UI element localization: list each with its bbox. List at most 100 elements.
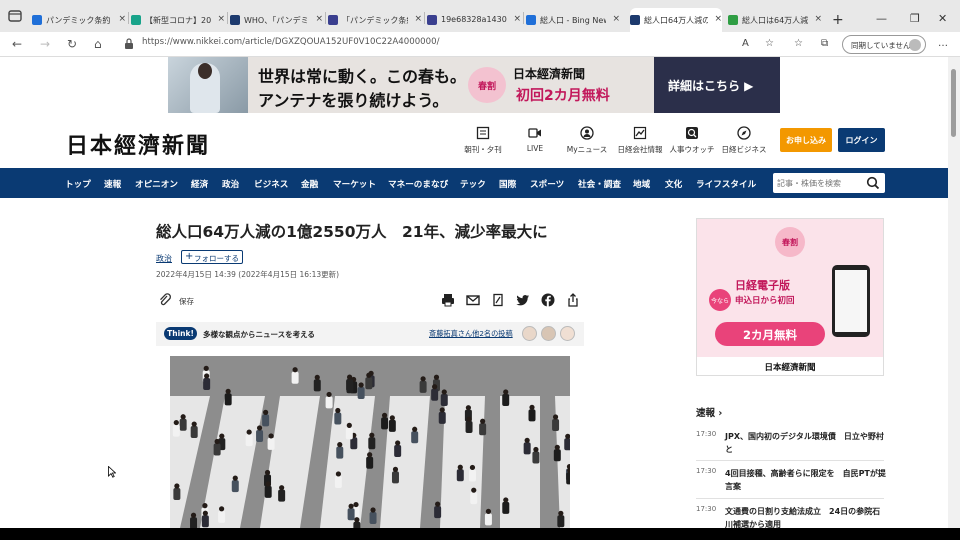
share-icon[interactable] <box>566 293 580 307</box>
browser-tab[interactable]: パンデミック条約 - B × <box>32 13 126 32</box>
tab-close-icon[interactable]: × <box>315 14 323 24</box>
tab-close-icon[interactable]: × <box>217 14 225 24</box>
favorites-icon[interactable]: ☆ <box>794 38 803 49</box>
tab-close-icon[interactable]: × <box>118 14 126 24</box>
nav-item[interactable]: 国際 <box>499 178 516 190</box>
nav-item[interactable]: マーケット <box>333 178 376 190</box>
browser-tab[interactable]: 【新型コロナ】2024年 × <box>131 13 225 32</box>
banner-cta-button[interactable]: 詳細はこちら ▶ <box>654 57 780 113</box>
lock-icon[interactable] <box>124 38 134 50</box>
tab-close-icon[interactable]: × <box>814 14 822 24</box>
facebook-icon[interactable] <box>541 293 555 307</box>
mail-icon[interactable] <box>466 293 480 307</box>
nav-item[interactable]: 金融 <box>301 178 318 190</box>
favorite-star-icon[interactable]: ☆ <box>765 38 774 49</box>
follow-button[interactable]: + フォローする <box>181 250 243 264</box>
topic-link[interactable]: 政治 <box>156 253 172 264</box>
header-item-mynews[interactable]: Myニュース <box>557 126 617 155</box>
tab-actions-icon[interactable] <box>6 8 24 24</box>
browser-tab[interactable]: 総人口 - Bing News × <box>526 13 620 32</box>
pedestrian <box>391 471 399 484</box>
nav-item[interactable]: 地域 <box>633 178 650 190</box>
video-icon <box>528 128 541 138</box>
copy-link-icon[interactable] <box>491 293 505 307</box>
expert-avatar[interactable] <box>522 326 537 341</box>
search-icon[interactable] <box>866 176 880 190</box>
nav-item[interactable]: オピニオン <box>135 178 178 190</box>
expert-avatar[interactable] <box>560 326 575 341</box>
nav-item[interactable]: 文化 <box>665 178 682 190</box>
pedestrian-head <box>366 372 372 378</box>
header-item-paper[interactable]: 朝刊・夕刊 <box>453 126 513 155</box>
browser-tab[interactable]: 「パンデミック条約」 × <box>328 13 422 32</box>
settings-menu-icon[interactable]: … <box>938 38 948 49</box>
minimize-button[interactable]: — <box>876 12 887 25</box>
plus-icon: + <box>185 251 194 262</box>
home-button[interactable]: ⌂ <box>94 37 102 51</box>
paperclip-icon[interactable] <box>158 293 172 307</box>
apply-button[interactable]: お申し込み <box>780 128 832 152</box>
nav-item[interactable]: 速報 <box>104 178 121 190</box>
close-window-button[interactable]: ✕ <box>938 12 947 25</box>
search-person-icon <box>686 127 698 139</box>
profile-button[interactable]: 同期していません <box>842 35 926 54</box>
nav-item[interactable]: ビジネス <box>254 178 288 190</box>
nav-item[interactable]: 政治 <box>222 178 239 190</box>
browser-tab[interactable]: 総人口は64万人減 × <box>728 13 822 32</box>
site-logo[interactable]: 日本經濟新聞 <box>66 128 210 160</box>
url-field[interactable]: https://www.nikkei.com/article/DGXZQOUA1… <box>142 37 439 47</box>
header-item-live[interactable]: LIVE <box>505 126 565 153</box>
reload-button[interactable]: ↻ <box>67 37 77 51</box>
nav-item[interactable]: トップ <box>65 178 91 190</box>
tab-close-icon[interactable]: × <box>612 14 620 24</box>
read-aloud-icon[interactable]: A <box>742 38 749 49</box>
twitter-icon[interactable] <box>516 293 530 307</box>
news-headline[interactable]: JPX、国内初のデジタル環境債 日立や野村と <box>725 430 887 456</box>
header-item-personnel[interactable]: 人事ウオッチ <box>662 126 722 155</box>
search-input[interactable] <box>777 175 861 191</box>
news-headline[interactable]: 4回目接種、高齢者らに限定を 自民PTが提言案 <box>725 467 887 493</box>
forward-button[interactable]: → <box>40 37 50 51</box>
nav-item[interactable]: スポーツ <box>530 178 564 190</box>
pedestrian-head <box>354 517 360 523</box>
nav-item[interactable]: テック <box>460 178 486 190</box>
nav-item[interactable]: ライフスタイル <box>696 178 756 190</box>
pedestrian-head <box>326 391 332 398</box>
quick-news-title[interactable]: 速報 › <box>696 405 722 419</box>
expert-avatar[interactable] <box>541 326 556 341</box>
tab-title: 総人口 - Bing News <box>540 16 606 25</box>
login-button[interactable]: ログイン <box>838 128 885 152</box>
nav-item[interactable]: 経済 <box>191 178 208 190</box>
tab-close-icon[interactable]: × <box>714 14 722 24</box>
header-item-business[interactable]: 日経ビジネス <box>714 126 774 155</box>
sidebar-ad[interactable]: 春割 今なら 日経電子版 申込日から初回 2カ月無料 日本經濟新聞 <box>696 218 884 376</box>
print-icon[interactable] <box>441 293 455 307</box>
scrollbar-thumb[interactable] <box>951 69 956 137</box>
pedestrian <box>553 449 561 462</box>
mouse-cursor-icon <box>108 466 116 478</box>
quick-news-label: 速報 <box>696 408 716 419</box>
tab-title: 19e68328a1430310 <box>441 15 507 24</box>
browser-tab-bar: パンデミック条約 - B×【新型コロナ】2024年×WHO、「パンデミック」×「… <box>0 0 960 32</box>
nav-item[interactable]: 社会・調査 <box>578 178 621 190</box>
save-label[interactable]: 保存 <box>179 296 194 307</box>
collections-icon[interactable]: ⧉ <box>821 38 828 49</box>
think-link[interactable]: 斎藤拓真さん他2名の投稿 <box>429 329 513 339</box>
back-button[interactable]: ← <box>12 37 22 51</box>
tab-title: パンデミック条約 - B <box>46 16 112 25</box>
browser-tab[interactable]: 19e68328a1430310 × <box>427 13 521 32</box>
browser-tab[interactable]: WHO、「パンデミック」 × <box>230 13 323 32</box>
promo-banner[interactable]: 世界は常に動く。この春も。 アンテナを張り続けよう。 春割 日本經濟新聞 初回2… <box>168 57 780 113</box>
new-tab-button[interactable]: + <box>832 12 844 28</box>
screen-bottom-edge <box>0 528 960 540</box>
tab-close-icon[interactable]: × <box>513 14 521 24</box>
restore-button[interactable]: ❐ <box>910 12 920 25</box>
pedestrian-head <box>263 409 269 415</box>
header-item-company[interactable]: 日経会社情報 <box>610 126 670 155</box>
browser-tab[interactable]: 総人口64万人減の1 × <box>630 8 722 32</box>
scrollbar[interactable] <box>948 57 960 528</box>
tab-close-icon[interactable]: × <box>414 14 422 24</box>
compass-icon <box>737 126 751 140</box>
nav-item[interactable]: マネーのまなび <box>388 178 448 190</box>
phone-illustration <box>832 265 870 337</box>
